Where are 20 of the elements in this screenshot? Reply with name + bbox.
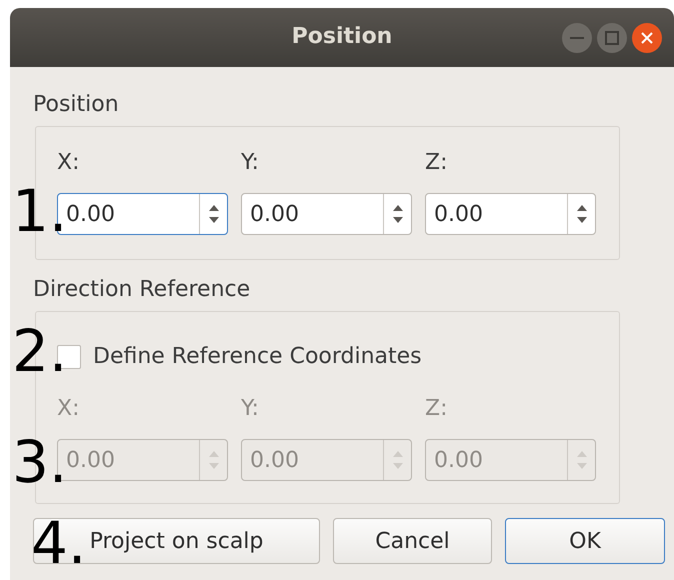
field-label: Z: bbox=[425, 398, 448, 420]
field-label: Y: bbox=[241, 152, 260, 174]
close-button[interactable] bbox=[632, 23, 662, 53]
callout-number: 2. bbox=[12, 329, 68, 374]
callout-number: 4. bbox=[31, 521, 86, 566]
group-label: Position bbox=[33, 94, 120, 116]
field-label: Z: bbox=[425, 152, 448, 174]
maximize-icon bbox=[605, 31, 619, 45]
group-label: Direction Reference bbox=[33, 279, 252, 301]
spin-box[interactable]: 0.00 bbox=[425, 193, 596, 235]
dialog-button[interactable]: OK bbox=[505, 518, 665, 564]
minimize-icon bbox=[570, 36, 584, 40]
close-icon bbox=[641, 32, 653, 44]
checkbox-label: Define Reference Coordinates bbox=[93, 343, 422, 371]
field-label: Y: bbox=[241, 398, 260, 420]
spin-box[interactable]: 0.00 bbox=[241, 193, 412, 235]
field-label: X: bbox=[57, 152, 80, 174]
field-label: X: bbox=[57, 398, 80, 420]
dialog-button[interactable]: Cancel bbox=[333, 518, 492, 564]
window-title: Position bbox=[292, 26, 392, 48]
